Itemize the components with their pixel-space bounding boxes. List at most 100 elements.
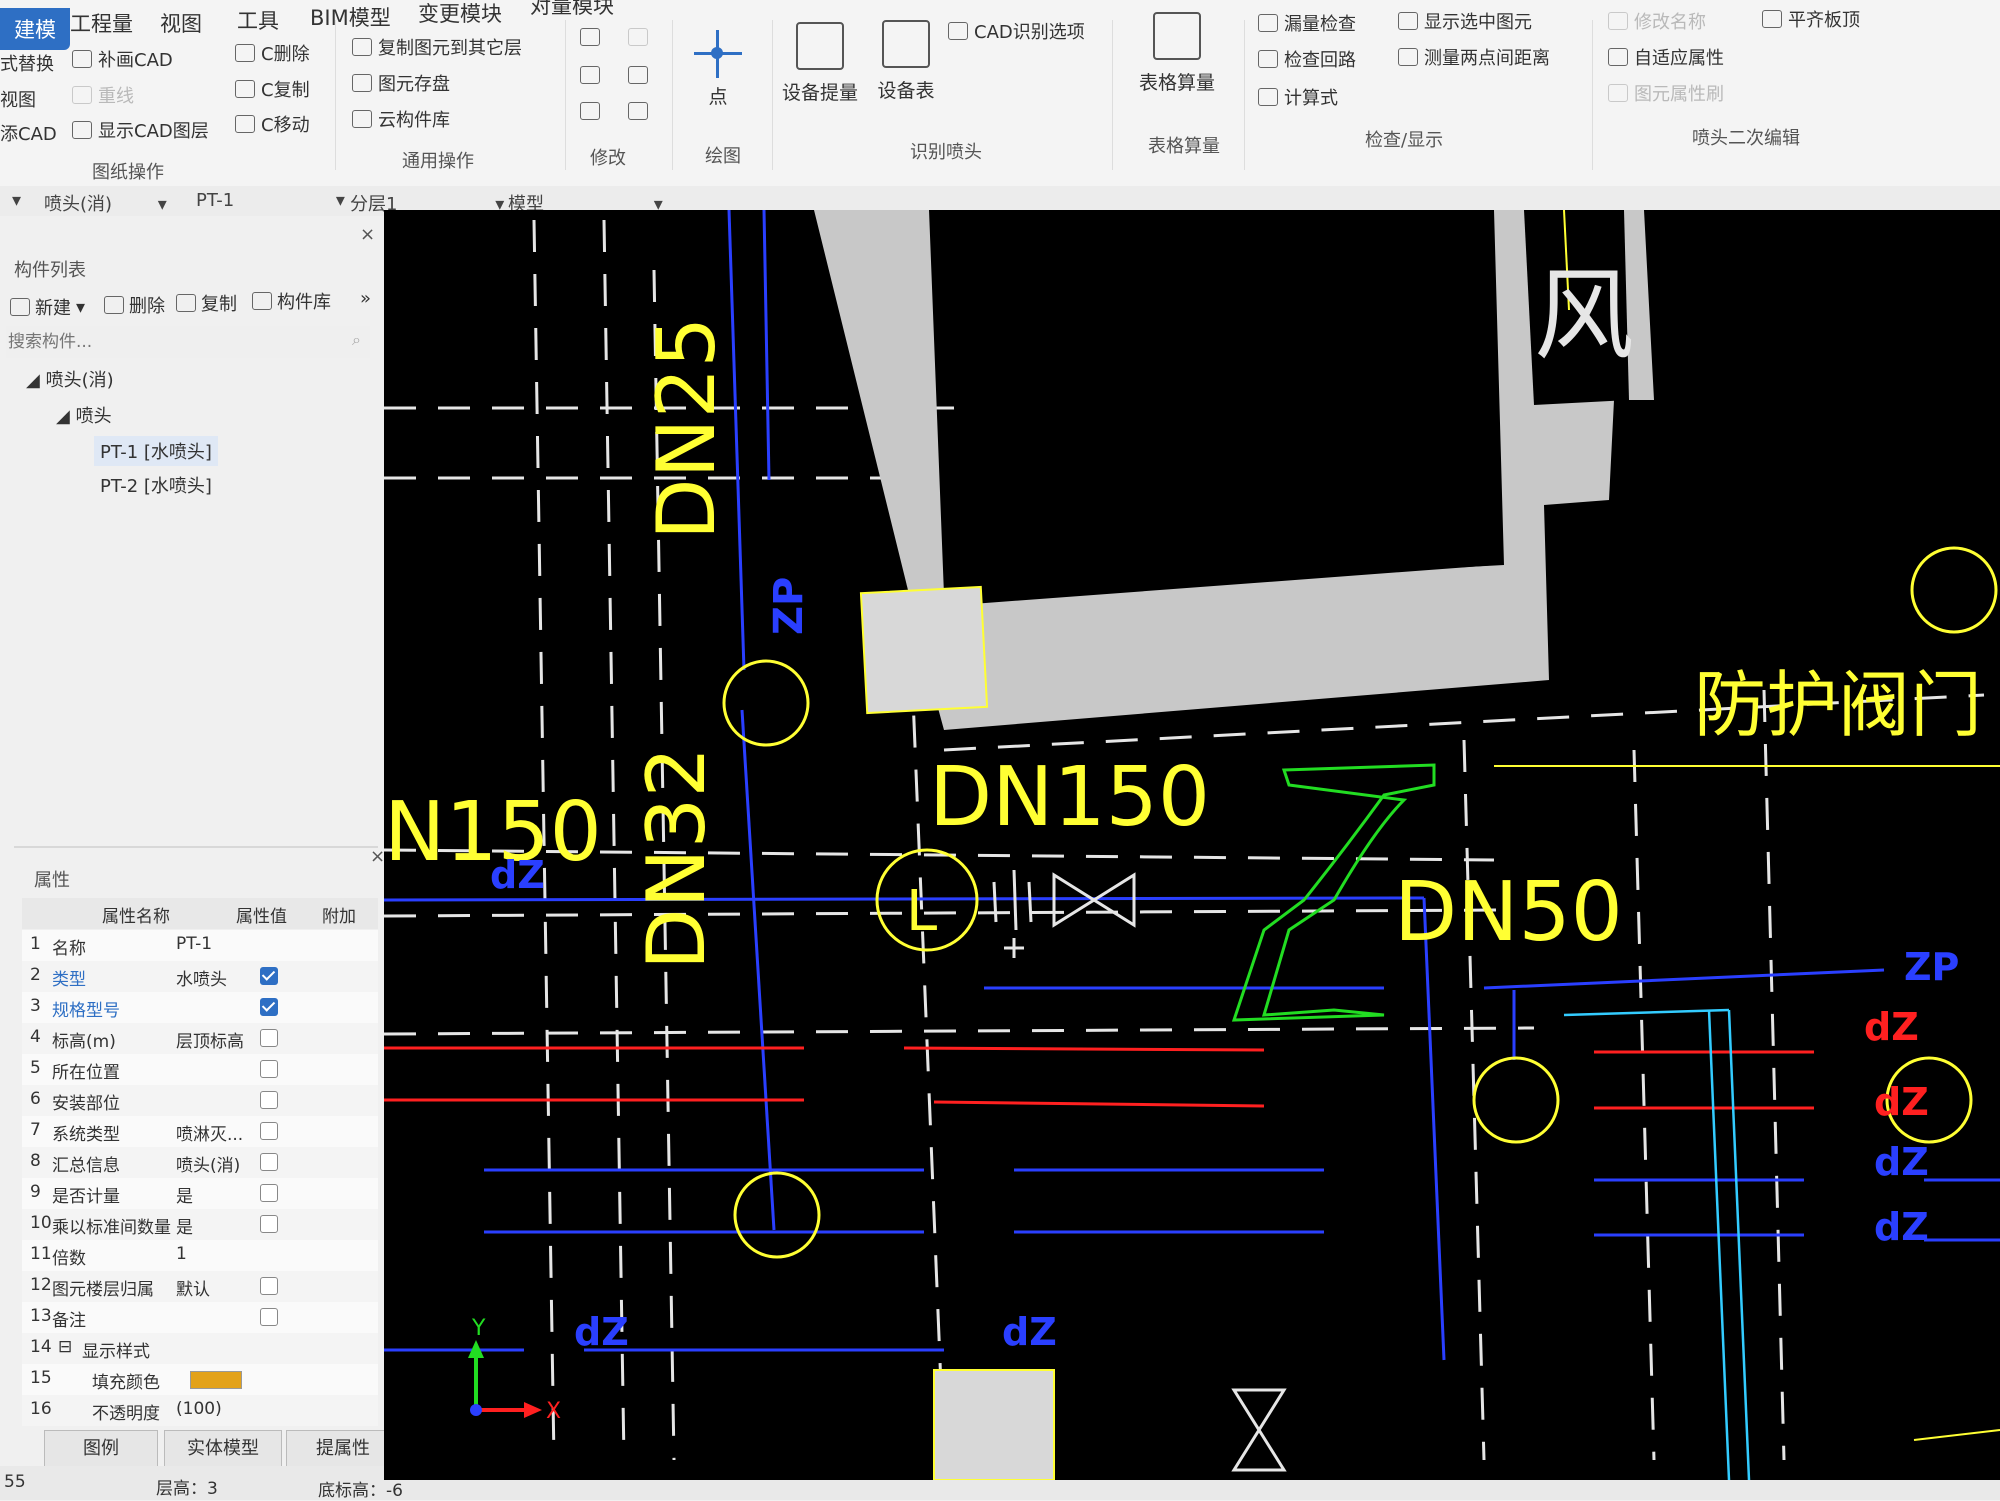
property-value[interactable]: 层顶标高 [176, 1027, 254, 1052]
property-row[interactable]: 11 倍数 1 [22, 1240, 378, 1271]
tab-tools[interactable]: 工具 [237, 5, 279, 35]
search-icon[interactable]: ⌕ [352, 330, 361, 350]
property-row[interactable]: 4 标高(m) 层顶标高 [22, 1023, 378, 1054]
property-value[interactable]: 喷头(消) [176, 1151, 254, 1176]
selector-chevron-icon[interactable]: ▾ [12, 190, 21, 211]
extra-checkbox[interactable] [260, 1122, 278, 1140]
extra-checkbox[interactable] [260, 1091, 278, 1109]
property-row[interactable]: 14 显示样式 ⊟ [22, 1333, 378, 1364]
component-library-button[interactable]: 构件库 [252, 288, 331, 314]
category-select[interactable]: 喷头(消) ▾ [44, 190, 167, 216]
cad-canvas[interactable]: DN25 DN32 ZP N150 dZ DN150 L DN50 ZP dZ … [384, 210, 2000, 1480]
modify-rotate-button[interactable] [628, 102, 648, 120]
device-table-button[interactable]: 设备表 [866, 20, 946, 103]
store-elements-button[interactable]: 图元存盘 [352, 70, 450, 96]
device-extract-button[interactable]: 设备提量 [780, 22, 860, 105]
copy-component-button[interactable]: 复制 [176, 290, 237, 316]
point-button[interactable]: 点 [688, 26, 748, 109]
component-select[interactable]: PT-1 ▾ [196, 190, 345, 211]
c-delete-button[interactable]: C删除 [235, 40, 310, 66]
extra-checkbox[interactable] [260, 1308, 278, 1326]
modify-delete-button[interactable] [580, 102, 600, 120]
measure-distance-button[interactable]: 测量两点间距离 [1398, 44, 1550, 70]
tab-bim-model[interactable]: BIM模型 [310, 2, 391, 32]
collapse-icon[interactable]: ⊟ [58, 1337, 72, 1357]
extra-checkbox[interactable] [260, 1060, 278, 1078]
delete-component-button[interactable]: 删除 [104, 292, 165, 318]
new-component-button[interactable]: 新建 ▾ [10, 294, 85, 320]
extra-checkbox[interactable] [260, 1277, 278, 1295]
table-calc-button[interactable]: 表格算量 [1132, 12, 1222, 95]
property-value[interactable]: 1 [176, 1244, 254, 1264]
property-value[interactable]: 是 [176, 1182, 254, 1207]
cloud-library-button[interactable]: 云构件库 [352, 106, 450, 132]
property-row[interactable]: 15 填充颜色 [22, 1364, 378, 1395]
extract-props-button[interactable]: 提属性 [286, 1430, 400, 1468]
property-row[interactable]: 8 汇总信息 喷头(消) [22, 1147, 378, 1178]
property-value[interactable]: PT-1 [176, 934, 254, 954]
copy-to-layer-button[interactable]: 复制图元到其它层 [352, 34, 522, 60]
extra-checkbox[interactable] [260, 967, 278, 985]
check-loop-button[interactable]: 检查回路 [1258, 46, 1356, 72]
panel-close-icon[interactable]: × [360, 224, 375, 245]
property-row[interactable]: 10 乘以标准间数量是 [22, 1209, 378, 1240]
tree-group[interactable]: ◢ 喷头 [56, 402, 112, 428]
redraw-button[interactable]: 重线 [72, 82, 134, 108]
tree-item-pt2[interactable]: PT-2 [水喷头] [100, 472, 212, 498]
property-row[interactable]: 1 名称 PT-1 [22, 930, 378, 961]
sprinkler[interactable] [733, 1171, 821, 1259]
cad-drawing[interactable]: DN25 DN32 ZP N150 dZ DN150 L DN50 ZP dZ … [384, 210, 2000, 1480]
property-value[interactable]: 默认 [176, 1275, 254, 1300]
property-row[interactable]: 13 备注 [22, 1302, 378, 1333]
tab-change-module[interactable]: 变更模块 [418, 0, 502, 28]
cad-options-button[interactable]: CAD识别选项 [948, 18, 1085, 44]
show-cad-layer-button[interactable]: 显示CAD图层 [72, 117, 209, 143]
solid-model-button[interactable]: 实体模型 [164, 1430, 282, 1468]
adaptive-props-button[interactable]: 自适应属性 [1608, 44, 1724, 70]
extra-checkbox[interactable] [260, 998, 278, 1016]
property-row[interactable]: 2 类型 水喷头 [22, 961, 378, 992]
property-value[interactable]: 水喷头 [176, 965, 254, 990]
modify-extend-button[interactable] [628, 28, 648, 46]
sprinkler[interactable] [722, 659, 810, 747]
properties-close-icon[interactable]: × [370, 846, 385, 867]
tab-modeling[interactable]: 建模 [0, 8, 70, 50]
modify-move-button[interactable] [580, 66, 600, 84]
more-icon[interactable]: » [360, 288, 371, 309]
fill-color-swatch[interactable] [190, 1371, 242, 1389]
property-row[interactable]: 12 图元楼层归属 默认 [22, 1271, 378, 1302]
legend-button[interactable]: 图例 [44, 1430, 158, 1468]
tab-quantity[interactable]: 工程量 [70, 8, 133, 38]
extra-checkbox[interactable] [260, 1029, 278, 1047]
property-value[interactable]: 喷淋灭... [176, 1120, 254, 1145]
modify-copy-button[interactable] [580, 28, 600, 46]
sprinkler[interactable] [1472, 1056, 1560, 1144]
view-button[interactable]: 视图 [0, 86, 36, 112]
property-row[interactable]: 16 不透明度 (100) [22, 1395, 378, 1426]
edit-name-button[interactable]: 修改名称 [1608, 8, 1706, 34]
modify-mirror-button[interactable] [628, 66, 648, 84]
extra-checkbox[interactable] [260, 1153, 278, 1171]
c-move-button[interactable]: C移动 [235, 111, 310, 137]
property-row[interactable]: 6 安装部位 [22, 1085, 378, 1116]
property-row[interactable]: 3 规格型号 [22, 992, 378, 1023]
flush-slab-button[interactable]: 平齐板顶 [1762, 6, 1860, 32]
component-search-input[interactable] [6, 326, 370, 358]
formula-button[interactable]: 计算式 [1258, 84, 1338, 110]
property-value[interactable]: (100) [176, 1399, 254, 1419]
property-row[interactable]: 7 系统类型 喷淋灭... [22, 1116, 378, 1147]
extra-checkbox[interactable] [260, 1215, 278, 1233]
property-value[interactable]: 是 [176, 1213, 254, 1238]
extra-checkbox[interactable] [260, 1184, 278, 1202]
tab-compare-module[interactable]: 对量模块 [530, 0, 614, 20]
tree-root[interactable]: ◢ 喷头(消) [26, 366, 114, 392]
add-cad-button[interactable]: 添CAD [0, 120, 57, 146]
property-row[interactable]: 5 所在位置 [22, 1054, 378, 1085]
show-selected-button[interactable]: 显示选中图元 [1398, 8, 1532, 34]
c-copy-button[interactable]: C复制 [235, 76, 310, 102]
leak-check-button[interactable]: 漏量检查 [1258, 10, 1356, 36]
patch-cad-button[interactable]: 补画CAD [72, 46, 173, 72]
sprinkler[interactable] [1910, 546, 1998, 634]
tree-item-pt1[interactable]: PT-1 [水喷头] [94, 436, 218, 466]
element-props-brush-button[interactable]: 图元属性刷 [1608, 80, 1724, 106]
